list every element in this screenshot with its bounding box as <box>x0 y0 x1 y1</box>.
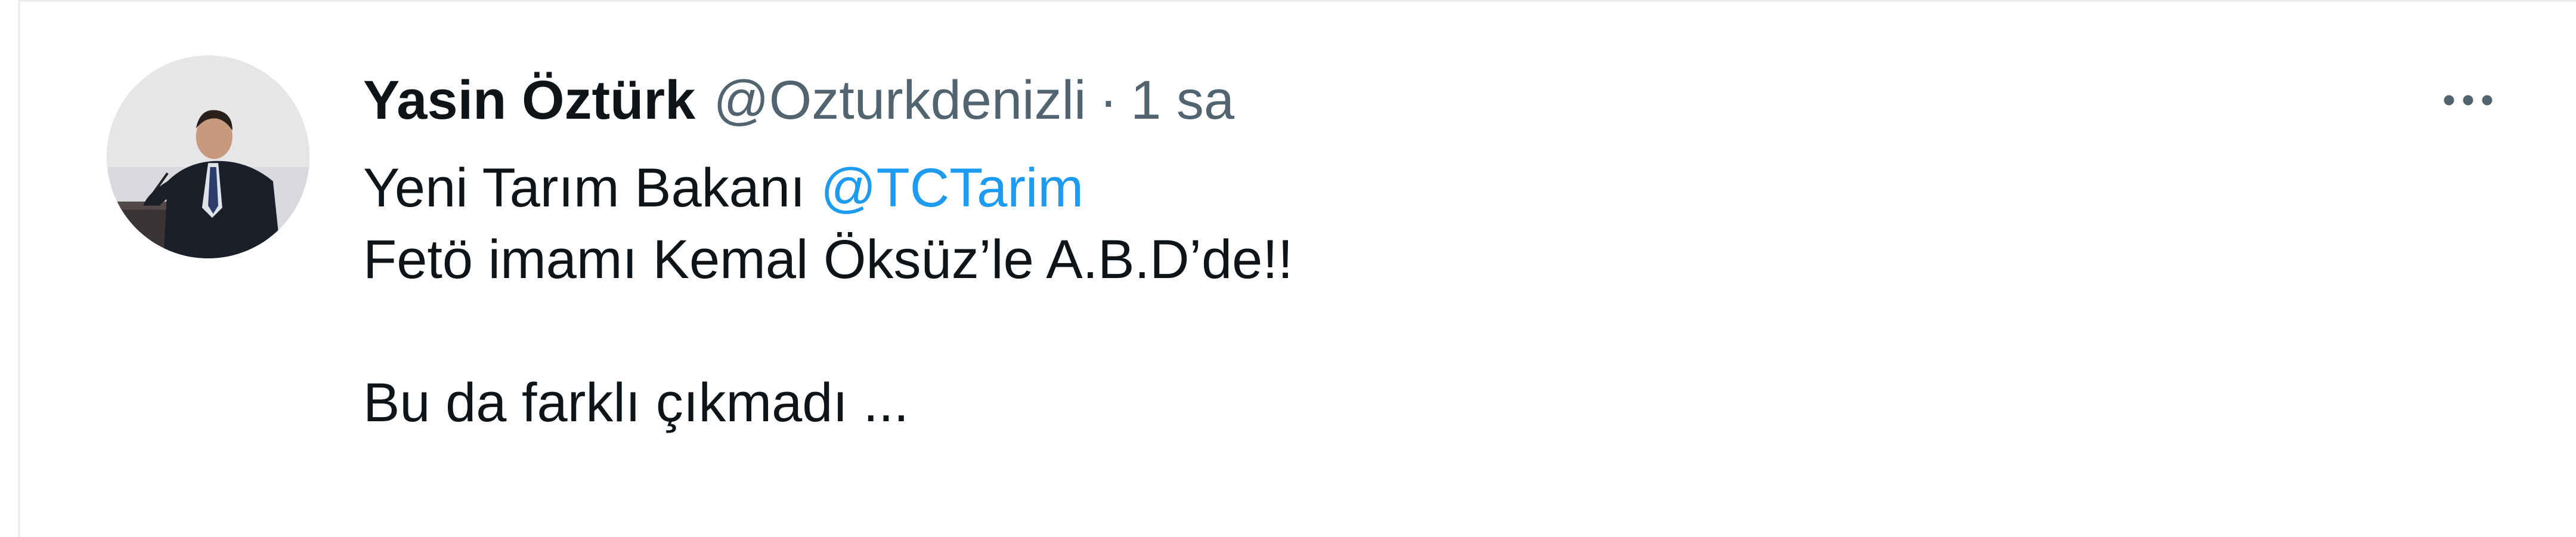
tweet-text: Yeni Tarım Bakanı @TCTarim Fetö imamı Ke… <box>363 152 2391 439</box>
avatar-photo <box>107 55 309 258</box>
more-horizontal-icon <box>2444 95 2493 106</box>
tweet-text-blank-line <box>363 295 2391 367</box>
tweet-card[interactable]: Yasin Öztürk @Ozturkdenizli · 1 sa Yeni … <box>18 0 2576 537</box>
tweet-text-line: Bu da farklı çıkmadı ... <box>363 367 2391 439</box>
tweet-text-line: Yeni Tarım Bakanı @TCTarim <box>363 152 2391 224</box>
header-separator: · <box>1099 70 1118 131</box>
tweet-text-segment: Fetö imamı Kemal Öksüz’le A.B.D’de!! <box>363 229 1293 290</box>
author-display-name[interactable]: Yasin Öztürk <box>363 58 695 142</box>
avatar[interactable] <box>107 55 309 258</box>
tweet-header: Yasin Öztürk @Ozturkdenizli · 1 sa <box>363 58 1234 142</box>
more-options-button[interactable] <box>2426 64 2510 136</box>
tweet-text-segment: Bu da farklı çıkmadı ... <box>363 372 909 433</box>
tweet-text-segment: Yeni Tarım Bakanı <box>363 158 821 218</box>
mention-link[interactable]: @TCTarim <box>821 158 1083 218</box>
author-username[interactable]: @Ozturkdenizli <box>713 58 1086 142</box>
tweet-text-line: Fetö imamı Kemal Öksüz’le A.B.D’de!! <box>363 224 2391 295</box>
tweet-timestamp[interactable]: 1 sa <box>1131 58 1234 142</box>
